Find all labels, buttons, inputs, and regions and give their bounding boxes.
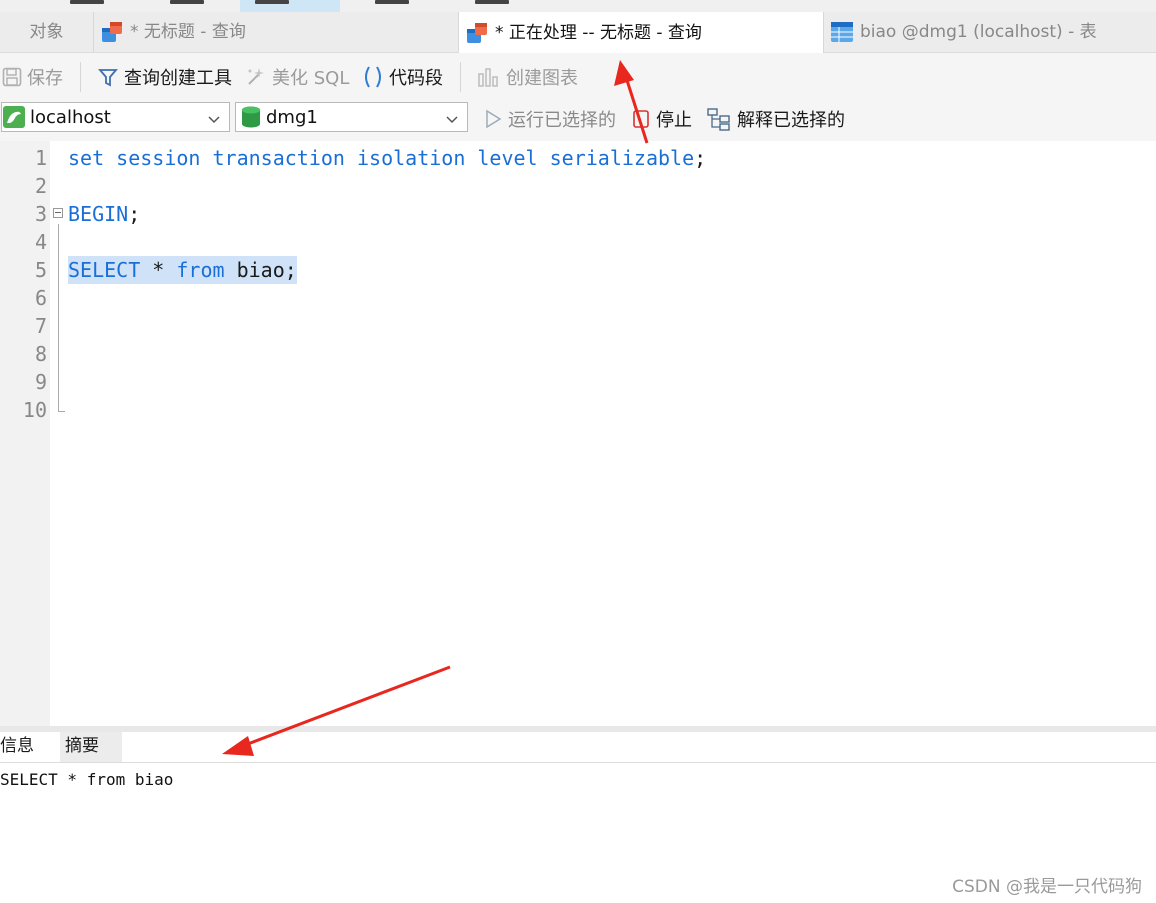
sql-editor[interactable]: 1 set session transaction isolation leve… (0, 141, 1156, 726)
result-tabs: 信息 摘要 (0, 732, 1156, 763)
line-number: 2 (34, 174, 47, 198)
code-line: 10 (0, 396, 1156, 424)
toolbar-divider (460, 62, 461, 92)
tab-label: * 正在处理 -- 无标题 - 查询 (495, 22, 702, 43)
toolbar-divider (80, 62, 81, 92)
tab-bar: 对象 * 无标题 - 查询 * 正在处理 -- 无标题 - 查询 biao @d… (0, 12, 1156, 53)
explain-selected-label: 解释已选择的 (737, 110, 845, 131)
menu-strip (0, 0, 1156, 12)
tab-label: biao @dmg1 (localhost) - 表 (860, 22, 1097, 42)
explain-tree-icon (707, 107, 731, 131)
query-builder-button[interactable]: 查询创建工具 (97, 53, 232, 101)
line-number: 5 (34, 258, 47, 282)
menu-fragment (170, 0, 204, 4)
code-text: BEGIN; (68, 202, 141, 226)
create-chart-button[interactable]: 创建图表 (477, 53, 578, 101)
table-icon (831, 22, 853, 42)
code-snippet-label: 代码段 (389, 68, 443, 89)
tab-summary[interactable]: 摘要 (60, 732, 122, 762)
fold-guide-line (58, 224, 59, 411)
save-label: 保存 (27, 68, 63, 89)
menu-fragment (70, 0, 104, 4)
chart-icon (477, 66, 501, 88)
fold-guide-end (58, 411, 65, 412)
code-line: 8 (0, 340, 1156, 368)
line-number: 4 (34, 230, 47, 254)
beautify-sql-label: 美化 SQL (272, 68, 350, 89)
tab-label: 对象 (29, 22, 64, 42)
selected-code-text: SELECT * from biao; (68, 256, 297, 284)
tab-info[interactable]: 信息 (0, 732, 58, 762)
sparkle-icon (245, 66, 267, 88)
run-selected-label: 运行已选择的 (508, 110, 616, 131)
message-output: SELECT * from biao (0, 770, 174, 789)
code-snippet-button[interactable]: 代码段 (362, 53, 443, 101)
line-number: 8 (34, 342, 47, 366)
explain-selected-button[interactable]: 解释已选择的 (707, 101, 845, 137)
query-toolbar: 保存 查询创建工具 美化 SQL 代码段 创建图表 (0, 53, 1156, 101)
code-text: set session transaction isolation level … (68, 146, 707, 170)
stop-icon (632, 109, 650, 129)
connection-select[interactable]: localhost (1, 102, 230, 132)
code-line: 3 BEGIN; (0, 200, 1156, 228)
tab-untitled-query[interactable]: * 无标题 - 查询 (94, 12, 459, 52)
query-icon (467, 22, 487, 43)
stop-label: 停止 (656, 110, 692, 131)
run-selected-button[interactable]: 运行已选择的 (484, 101, 616, 137)
tab-processing-query[interactable]: * 正在处理 -- 无标题 - 查询 (459, 12, 824, 53)
parentheses-icon (362, 65, 384, 89)
database-icon (240, 105, 262, 129)
beautify-sql-button[interactable]: 美化 SQL (245, 53, 349, 101)
tab-objects[interactable]: 对象 (0, 12, 94, 52)
code-line: 2 (0, 172, 1156, 200)
code-line: 9 (0, 368, 1156, 396)
query-builder-label: 查询创建工具 (124, 68, 232, 89)
line-number: 6 (34, 286, 47, 310)
menu-fragment (375, 0, 409, 4)
database-value: dmg1 (266, 106, 318, 128)
line-number: 10 (22, 398, 47, 422)
code-line: 4 (0, 228, 1156, 256)
tab-table-biao[interactable]: biao @dmg1 (localhost) - 表 (824, 12, 1156, 52)
code-line: 5 SELECT * from biao; (0, 256, 1156, 284)
stop-button[interactable]: 停止 (632, 101, 692, 137)
line-number: 7 (34, 314, 47, 338)
database-select[interactable]: dmg1 (235, 102, 468, 132)
menu-fragment (255, 0, 289, 4)
code-line: 6 (0, 284, 1156, 312)
connection-row: localhost dmg1 运行已选择的 停止 解释已选择的 (0, 101, 1156, 141)
tab-label: * 无标题 - 查询 (130, 22, 246, 42)
query-builder-icon (97, 66, 119, 88)
menu-fragment (475, 0, 509, 4)
query-icon (102, 22, 122, 42)
line-number: 9 (34, 370, 47, 394)
save-button[interactable]: 保存 (2, 53, 63, 101)
server-icon (2, 105, 26, 129)
code-line: 7 (0, 312, 1156, 340)
chevron-down-icon (445, 110, 459, 131)
code-line: 1 set session transaction isolation leve… (0, 144, 1156, 172)
fold-toggle[interactable] (53, 208, 63, 218)
play-icon (484, 109, 502, 129)
create-chart-label: 创建图表 (506, 68, 578, 89)
save-icon (2, 67, 22, 87)
chevron-down-icon (207, 110, 221, 131)
connection-value: localhost (30, 106, 111, 128)
watermark: CSDN @我是一只代码狗 (952, 877, 1142, 897)
line-number: 1 (34, 146, 47, 170)
line-number: 3 (34, 202, 47, 226)
